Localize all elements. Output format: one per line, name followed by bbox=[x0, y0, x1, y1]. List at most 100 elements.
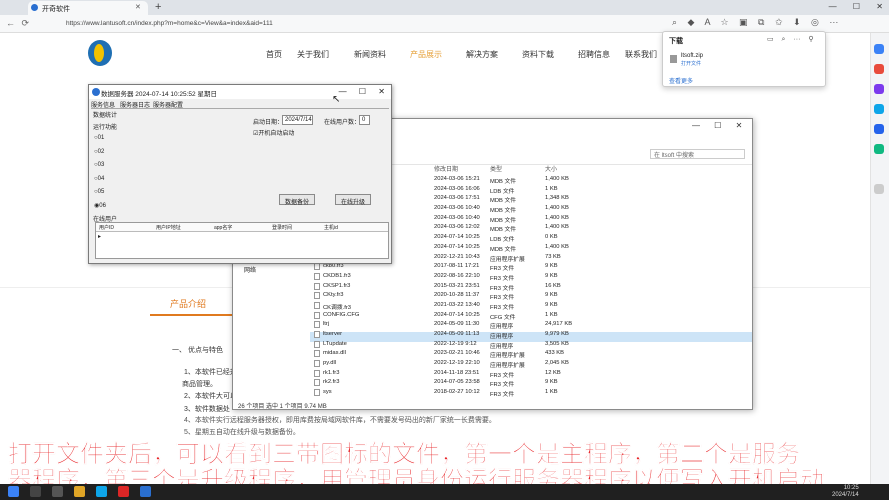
autostart-checkbox[interactable]: ☑开机自动启动 bbox=[253, 128, 294, 137]
sidebar-tools-icon[interactable] bbox=[874, 64, 884, 74]
file-row[interactable]: rk1.fr3 2014-11-18 23:51 FR3 文件 12 KB bbox=[314, 369, 754, 380]
file-row[interactable]: CONFIG.CFG 2024-07-14 10:25 CFG 文件 1 KB bbox=[314, 311, 754, 322]
nav-jobs[interactable]: 招聘信息 bbox=[578, 49, 610, 60]
search-icon[interactable] bbox=[30, 486, 41, 497]
open-file-link[interactable]: 打开文件 bbox=[681, 60, 701, 67]
grid-header bbox=[96, 223, 388, 232]
file-explorer-icon[interactable] bbox=[74, 486, 85, 497]
file-row[interactable]: midas.dll 2023-02-21 10:46 应用程序扩展 433 KB bbox=[314, 350, 754, 360]
file-row[interactable]: ck80.fr3 2017-08-11 17:21 FR3 文件 9 KB bbox=[314, 263, 754, 273]
grid-col-host-id: 主机id bbox=[324, 225, 338, 231]
file-date: 2014-07-05 23:58 bbox=[434, 379, 480, 386]
file-name: CONFIG.CFG bbox=[323, 311, 360, 318]
file-row[interactable]: rk2.fr3 2014-07-05 23:58 FR3 文件 9 KB bbox=[314, 379, 754, 389]
file-size: 1,400 KB bbox=[545, 243, 569, 250]
start-date-input[interactable]: 2024/7/14 bbox=[282, 115, 313, 125]
edge-icon[interactable] bbox=[96, 486, 107, 497]
radio-01: ○01 bbox=[94, 135, 105, 141]
col-type[interactable]: 类型 bbox=[490, 164, 502, 173]
file-type: FR3 文件 bbox=[490, 295, 515, 302]
browser-toolbar-icons[interactable]: ⌕ ◆ A ☆ ▣ ⧉ ✩ ⬇ ◎ ··· bbox=[672, 17, 838, 28]
start-date-label: 启动日期： bbox=[253, 120, 284, 126]
file-icon bbox=[314, 331, 320, 338]
file-row[interactable]: CK调拨.fr3 2021-03-22 13:40 FR3 文件 9 KB bbox=[314, 301, 754, 312]
file-date: 2024-03-06 16:06 bbox=[434, 185, 480, 192]
file-size: 16 KB bbox=[545, 282, 561, 289]
file-size: 1,400 KB bbox=[545, 176, 569, 182]
file-row[interactable]: py.dll 2022-12-19 22:10 应用程序扩展 2,045 KB bbox=[314, 360, 754, 370]
online-users-input[interactable]: 0 bbox=[359, 115, 370, 125]
nav-about[interactable]: 关于我们 bbox=[297, 49, 329, 60]
explorer-window-controls[interactable]: — ☐ ✕ bbox=[692, 121, 879, 130]
explorer-status-bar: 26 个项目 选中 1 个项目 9.74 MB bbox=[238, 404, 327, 410]
tab-close-icon[interactable]: ✕ bbox=[135, 3, 141, 11]
file-row[interactable]: ltserver 2024-05-09 11:13 应用程序 9,979 KB bbox=[314, 331, 754, 341]
file-name: CKSP1.fr3 bbox=[323, 282, 351, 289]
sidebar-games-icon[interactable] bbox=[874, 84, 884, 94]
sidebar-add-icon[interactable] bbox=[874, 184, 884, 194]
file-date: 2015-03-21 23:51 bbox=[434, 282, 480, 289]
file-icon bbox=[314, 350, 320, 358]
tab-product-intro[interactable]: 产品介绍 bbox=[170, 297, 206, 310]
server-taskbar-icon[interactable] bbox=[140, 486, 151, 497]
nav-solutions[interactable]: 解决方案 bbox=[466, 49, 498, 60]
file-size: 1,348 KB bbox=[545, 195, 569, 202]
file-date: 2024-03-06 17:51 bbox=[434, 195, 480, 202]
file-type: MDB 文件 bbox=[490, 217, 517, 224]
col-size[interactable]: 大小 bbox=[545, 164, 557, 173]
nav-contact[interactable]: 联系我们 bbox=[625, 49, 657, 60]
section-label: 数据统计 bbox=[93, 113, 118, 119]
site-logo-swoosh bbox=[94, 44, 104, 62]
body-line: 一、 优点与特色 bbox=[172, 347, 223, 354]
browser-window-controls[interactable]: — ☐ ✕ bbox=[829, 2, 883, 11]
file-name: ltserver bbox=[323, 331, 343, 337]
nav-network[interactable]: 网络 bbox=[244, 265, 256, 274]
backup-button[interactable]: 数据备份 bbox=[279, 194, 315, 206]
start-icon[interactable] bbox=[8, 486, 19, 497]
nav-downloads[interactable]: 资料下载 bbox=[522, 49, 554, 60]
file-row[interactable]: LTupdate 2022-12-19 9:12 应用程序 3,505 KB bbox=[314, 340, 754, 351]
upgrade-button[interactable]: 在线升级 bbox=[335, 194, 371, 206]
file-name: sys bbox=[323, 389, 332, 396]
sidebar-office-icon[interactable] bbox=[874, 104, 884, 114]
file-row[interactable]: ltrj 2024-05-09 11:30 应用程序 24,917 KB bbox=[314, 321, 754, 331]
file-icon bbox=[314, 389, 320, 397]
file-row[interactable]: CKSP1.fr3 2015-03-21 23:51 FR3 文件 16 KB bbox=[314, 282, 754, 293]
radio-03: ○03 bbox=[94, 162, 105, 168]
file-type: MDB 文件 bbox=[490, 208, 517, 215]
file-size: 1,400 KB bbox=[545, 205, 569, 212]
col-date[interactable]: 修改日期 bbox=[434, 164, 458, 173]
body-line: 4、本软件实行远程服务器授权，即用库费按局域网软件库，不需要发号码出的新厂家统一… bbox=[184, 417, 496, 424]
new-tab-button[interactable]: + bbox=[155, 1, 161, 13]
sidebar-search-icon[interactable] bbox=[874, 44, 884, 54]
file-date: 2023-02-21 10:46 bbox=[434, 350, 480, 357]
task-view-icon[interactable] bbox=[52, 486, 63, 497]
file-date: 2022-12-19 9:12 bbox=[434, 340, 477, 347]
nav-buttons[interactable]: ← ⟳ bbox=[6, 18, 29, 29]
nav-products[interactable]: 产品展示 bbox=[410, 49, 442, 60]
file-size: 12 KB bbox=[545, 369, 561, 376]
download-file-name[interactable]: ltsoft.zip bbox=[681, 53, 703, 59]
file-type: LDB 文件 bbox=[490, 188, 515, 195]
browser-sidebar bbox=[870, 33, 889, 486]
downloads-tool-icons[interactable]: ▭ ⌕ ··· ⚲ bbox=[767, 35, 814, 44]
nav-news[interactable]: 新闻资料 bbox=[354, 49, 386, 60]
server-window-controls[interactable]: — ☐ ✕ bbox=[339, 87, 385, 96]
radio-05: ○05 bbox=[94, 189, 105, 195]
sidebar-drop-icon[interactable] bbox=[874, 144, 884, 154]
file-icon bbox=[314, 379, 320, 387]
radio-06: ◉06 bbox=[94, 202, 106, 209]
browser-tab[interactable]: 开奇软件 bbox=[28, 1, 148, 15]
radio-list[interactable]: ○01 ○02 ○03 ○04 ○05 ◉06 bbox=[94, 132, 106, 213]
url-input[interactable]: https://www.lantusoft.cn/index.php?m=hom… bbox=[66, 18, 666, 30]
file-row[interactable]: CKDB1.fr3 2022-08-16 22:10 FR3 文件 9 KB bbox=[314, 272, 754, 283]
nav-home[interactable]: 首页 bbox=[266, 49, 282, 60]
explorer-search-input[interactable]: 在 ltsoft 中搜索 bbox=[650, 149, 745, 159]
see-more-link[interactable]: 查看更多 bbox=[669, 76, 693, 85]
file-date: 2021-03-22 13:40 bbox=[434, 301, 480, 308]
file-row[interactable]: CKty.fr3 2020-10-28 11:37 FR3 文件 9 KB bbox=[314, 292, 754, 302]
file-date: 2024-07-14 10:25 bbox=[434, 234, 480, 241]
file-row[interactable]: sys 2018-02-27 10:12 FR3 文件 1 KB bbox=[314, 389, 754, 399]
file-type: 应用程序扩展 bbox=[490, 363, 525, 370]
app-icon[interactable] bbox=[118, 486, 129, 497]
